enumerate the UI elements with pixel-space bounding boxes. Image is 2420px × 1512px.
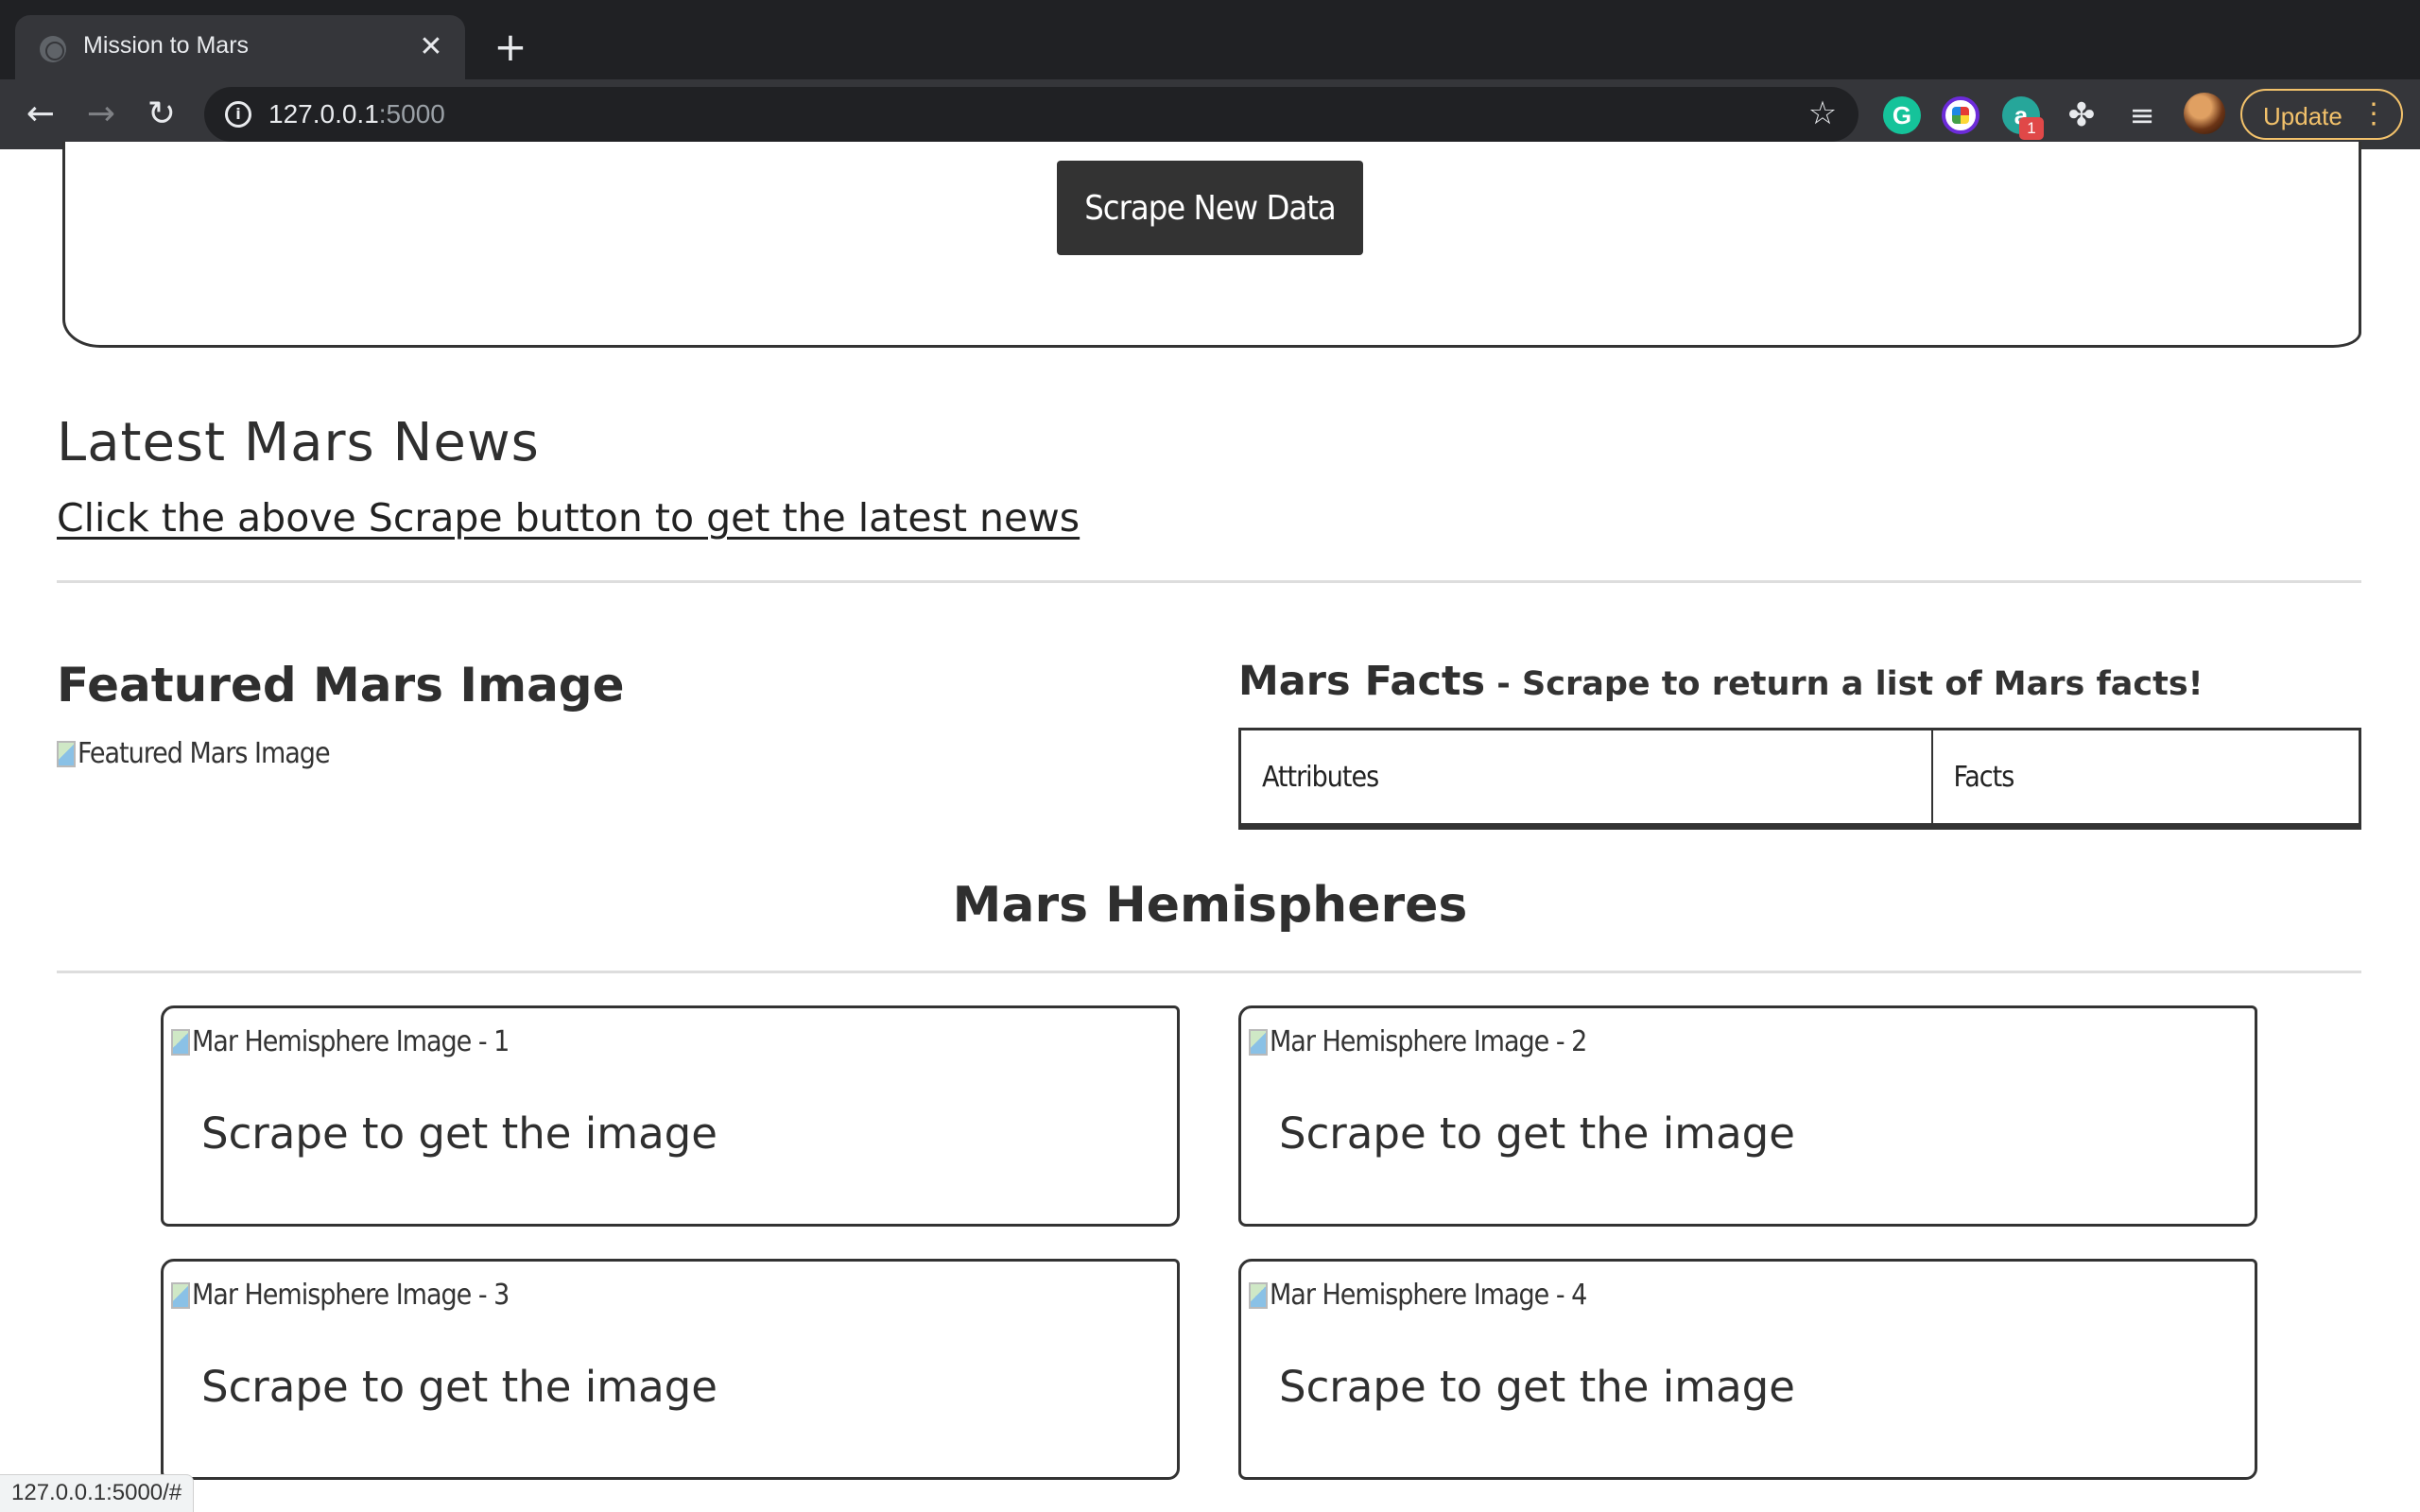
broken-image-icon [1249,1281,1268,1309]
status-bar-url: 127.0.0.1:5000/# [0,1474,195,1512]
latest-news-link[interactable]: Click the above Scrape button to get the… [57,495,1080,541]
hemisphere-image: Mar Hemisphere Image - 2 [1249,1025,1587,1058]
color-picker-extension-icon[interactable] [1942,96,1979,134]
scrape-new-data-button[interactable]: Scrape New Data [1057,161,1363,255]
broken-image-icon [57,740,76,767]
divider [57,971,2361,973]
table-header-row: Attributes Facts [1239,729,2360,827]
hemisphere-caption: Scrape to get the image [1279,1362,1795,1412]
hemisphere-image: Mar Hemisphere Image - 3 [171,1279,510,1312]
browser-tab[interactable]: Mission to Mars ✕ [15,15,465,79]
hemisphere-card: Mar Hemisphere Image - 1 Scrape to get t… [161,1005,1180,1227]
news-heading: Latest Mars News [57,412,540,473]
mars-facts-heading: Mars Facts - Scrape to return a list of … [1238,658,2204,705]
address-bar[interactable]: i 127.0.0.1:5000 ☆ [204,87,1858,142]
close-tab-icon[interactable]: ✕ [414,30,448,64]
mars-facts-subheading: - Scrape to return a list of Mars facts! [1485,665,2204,703]
url-host: 127.0.0.1 [268,99,379,129]
kebab-menu-icon[interactable]: ⋮ [2360,98,2388,130]
hemisphere-image-alt: Mar Hemisphere Image - 2 [1270,1025,1587,1058]
extension-badge: 1 [2019,117,2044,140]
hemisphere-image: Mar Hemisphere Image - 4 [1249,1279,1587,1312]
grammarly-extension-icon[interactable]: G [1883,96,1921,134]
site-info-icon[interactable]: i [225,101,251,128]
hemisphere-image: Mar Hemisphere Image - 1 [171,1025,510,1058]
column-header-attributes: Attributes [1239,729,1933,827]
bookmark-star-icon[interactable]: ☆ [1804,94,1841,132]
hemisphere-card: Mar Hemisphere Image - 3 Scrape to get t… [161,1259,1180,1480]
hemisphere-image-alt: Mar Hemisphere Image - 4 [1270,1279,1587,1312]
divider [57,580,2361,583]
featured-image-heading: Featured Mars Image [57,658,625,713]
browser-tab-strip: Mission to Mars ✕ + [0,0,2420,79]
featured-image-alt: Featured Mars Image [78,737,331,770]
hemisphere-image-alt: Mar Hemisphere Image - 1 [192,1025,510,1058]
hemisphere-image-alt: Mar Hemisphere Image - 3 [192,1279,510,1312]
hemisphere-card: Mar Hemisphere Image - 4 Scrape to get t… [1238,1259,2257,1480]
new-tab-icon[interactable]: + [488,25,533,70]
column-header-facts: Facts [1953,760,2015,794]
update-button[interactable]: Update ⋮ [2240,89,2403,140]
mars-facts-table: Attributes Facts [1238,728,2361,830]
featured-mars-image: Featured Mars Image [57,737,331,770]
hemisphere-card: Mar Hemisphere Image - 2 Scrape to get t… [1238,1005,2257,1227]
reload-icon[interactable]: ↻ [140,93,183,136]
media-control-icon[interactable]: ≡ [2123,96,2161,134]
broken-image-icon [1249,1028,1268,1056]
url-text: 127.0.0.1:5000 [268,99,445,129]
broken-image-icon [171,1281,190,1309]
hemisphere-caption: Scrape to get the image [201,1362,717,1412]
broken-image-icon [171,1028,190,1056]
hemisphere-caption: Scrape to get the image [1279,1108,1795,1159]
mars-facts-title: Mars Facts [1238,658,1486,705]
profile-avatar[interactable] [2184,93,2225,134]
browser-toolbar: ← → ↻ i 127.0.0.1:5000 ☆ G a ✤ ≡ [0,79,2420,149]
hemisphere-caption: Scrape to get the image [201,1108,717,1159]
url-port: :5000 [378,99,445,129]
tab-title: Mission to Mars [83,32,250,59]
forward-icon[interactable]: → [79,93,123,136]
extensions-puzzle-icon[interactable]: ✤ [2063,96,2100,134]
hemispheres-heading: Mars Hemispheres [952,877,1468,934]
globe-icon [40,36,66,62]
update-label: Update [2263,102,2342,130]
back-icon[interactable]: ← [19,93,62,136]
